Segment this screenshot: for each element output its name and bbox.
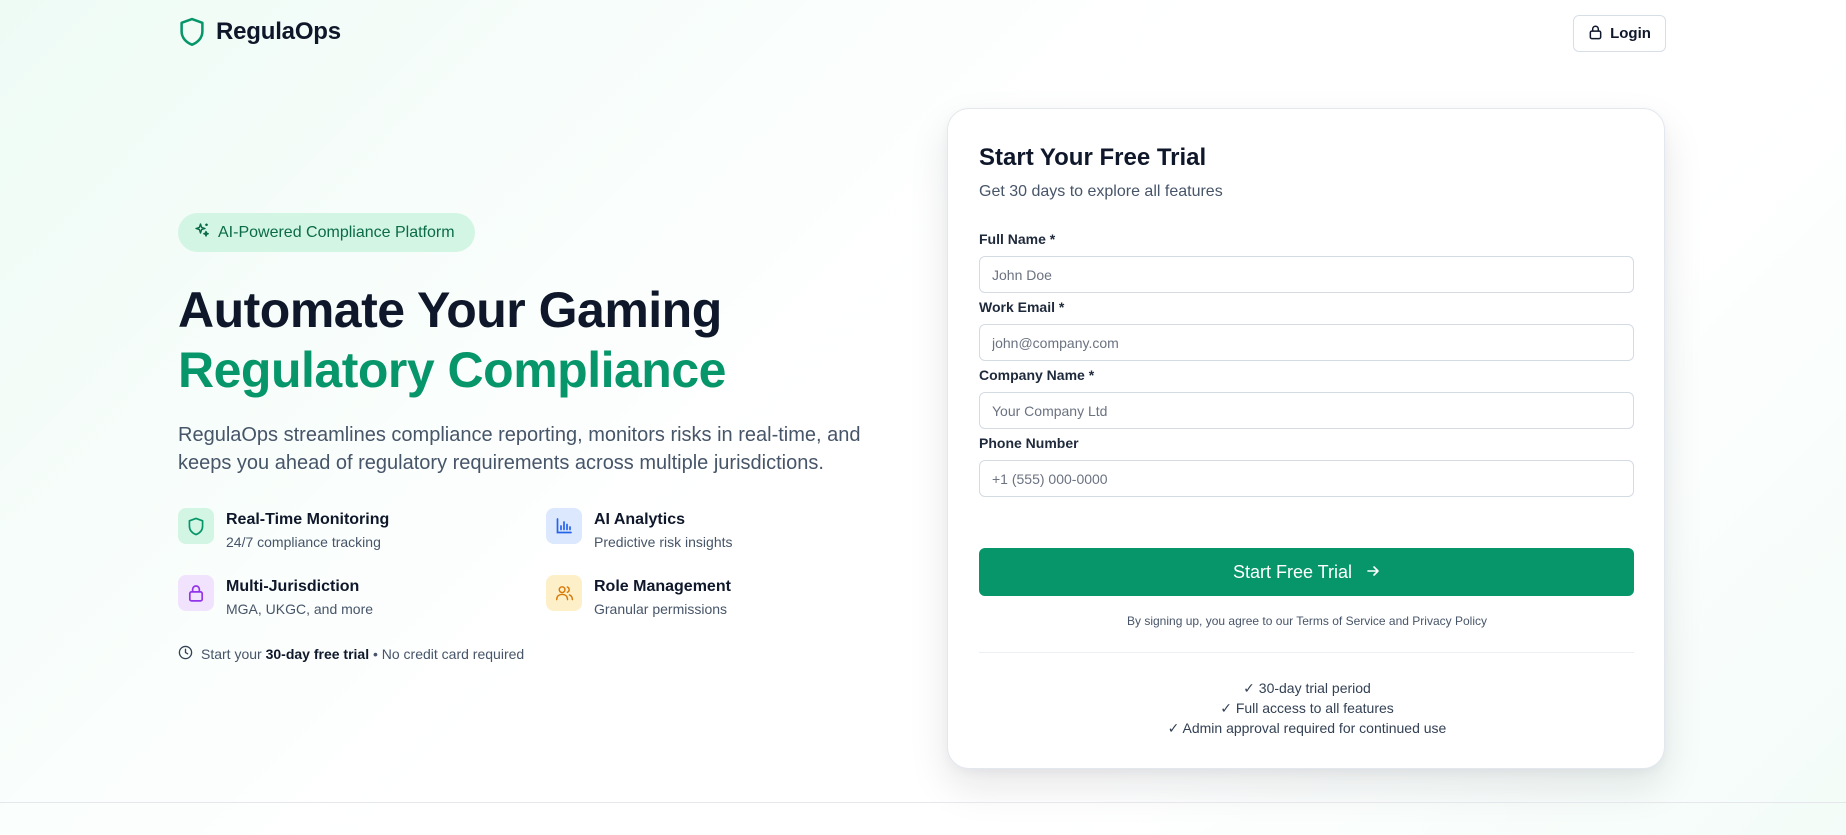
terms-of-service-link[interactable]: Terms of Service [1296, 614, 1385, 628]
perk-item: ✓ Full access to all features [1220, 700, 1394, 716]
start-free-trial-label: Start Free Trial [1232, 561, 1353, 582]
feature-ai-analytics: AI Analytics Predictive risk insights [546, 508, 798, 551]
signup-card: Start Your Free Trial Get 30 days to exp… [947, 108, 1665, 769]
trial-note-bold: 30-day free trial [265, 646, 370, 662]
clock-icon [178, 645, 193, 663]
hero-title: Automate Your Gaming Regulatory Complian… [178, 280, 726, 400]
full-name-label: Full Name * [979, 231, 1056, 247]
login-button[interactable]: Login [1573, 15, 1666, 52]
sparkles-icon [194, 222, 210, 243]
feature-realtime-monitoring: Real-Time Monitoring 24/7 compliance tra… [178, 508, 546, 551]
terms-and: and [1385, 614, 1413, 628]
trial-perks: ✓ 30-day trial period ✓ Full access to a… [948, 678, 1666, 738]
feature-subtitle: Granular permissions [594, 601, 728, 617]
lock-icon [178, 575, 214, 611]
full-name-input[interactable] [979, 256, 1634, 293]
users-icon [546, 575, 582, 611]
brand[interactable]: RegulaOps [178, 17, 341, 47]
lock-icon [1588, 24, 1603, 44]
feature-multi-jurisdiction: Multi-Jurisdiction MGA, UKGC, and more [178, 575, 546, 618]
platform-badge-label: AI-Powered Compliance Platform [218, 223, 455, 241]
shield-logo-icon [178, 17, 206, 47]
trial-note: Start your 30-day free trial • No credit… [178, 645, 524, 663]
terms-text: By signing up, you agree to our Terms of… [948, 614, 1666, 628]
signup-subtitle: Get 30 days to explore all features [979, 183, 1223, 200]
hero-title-line1: Automate Your Gaming [178, 282, 722, 338]
company-name-label: Company Name * [979, 367, 1095, 383]
feature-grid: Real-Time Monitoring 24/7 compliance tra… [178, 508, 798, 618]
arrow-right-icon [1366, 562, 1380, 583]
work-email-input[interactable] [979, 324, 1634, 361]
section-divider [0, 802, 1846, 803]
feature-title: Role Management [594, 578, 731, 595]
hero-title-line2: Regulatory Compliance [178, 342, 726, 398]
platform-badge: AI-Powered Compliance Platform [178, 213, 475, 252]
signup-title: Start Your Free Trial [979, 144, 1207, 171]
feature-title: AI Analytics [594, 511, 685, 528]
company-name-input[interactable] [979, 392, 1634, 429]
terms-prefix: By signing up, you agree to our [1127, 614, 1297, 628]
card-divider [979, 652, 1634, 653]
feature-role-management: Role Management Granular permissions [546, 575, 798, 618]
privacy-policy-link[interactable]: Privacy Policy [1412, 614, 1487, 628]
feature-title: Multi-Jurisdiction [226, 578, 360, 595]
shield-icon [178, 508, 214, 544]
hero-subtitle: RegulaOps streamlines compliance reporti… [178, 424, 861, 474]
perk-item: ✓ 30-day trial period [1243, 680, 1371, 696]
start-free-trial-button[interactable]: Start Free Trial [979, 548, 1634, 596]
top-nav: RegulaOps Login [0, 0, 1846, 70]
login-label: Login [1610, 25, 1651, 42]
feature-title: Real-Time Monitoring [226, 511, 390, 528]
bar-chart-icon [546, 508, 582, 544]
feature-subtitle: MGA, UKGC, and more [226, 601, 374, 617]
perk-item: ✓ Admin approval required for continued … [1167, 720, 1447, 736]
trial-note-prefix: Start your [201, 646, 266, 662]
brand-name: RegulaOps [216, 18, 341, 45]
phone-number-label: Phone Number [979, 435, 1079, 451]
trial-note-suffix: • No credit card required [369, 646, 525, 662]
feature-subtitle: Predictive risk insights [594, 534, 733, 550]
phone-number-input[interactable] [979, 460, 1634, 497]
work-email-label: Work Email * [979, 299, 1065, 315]
feature-subtitle: 24/7 compliance tracking [226, 534, 381, 550]
